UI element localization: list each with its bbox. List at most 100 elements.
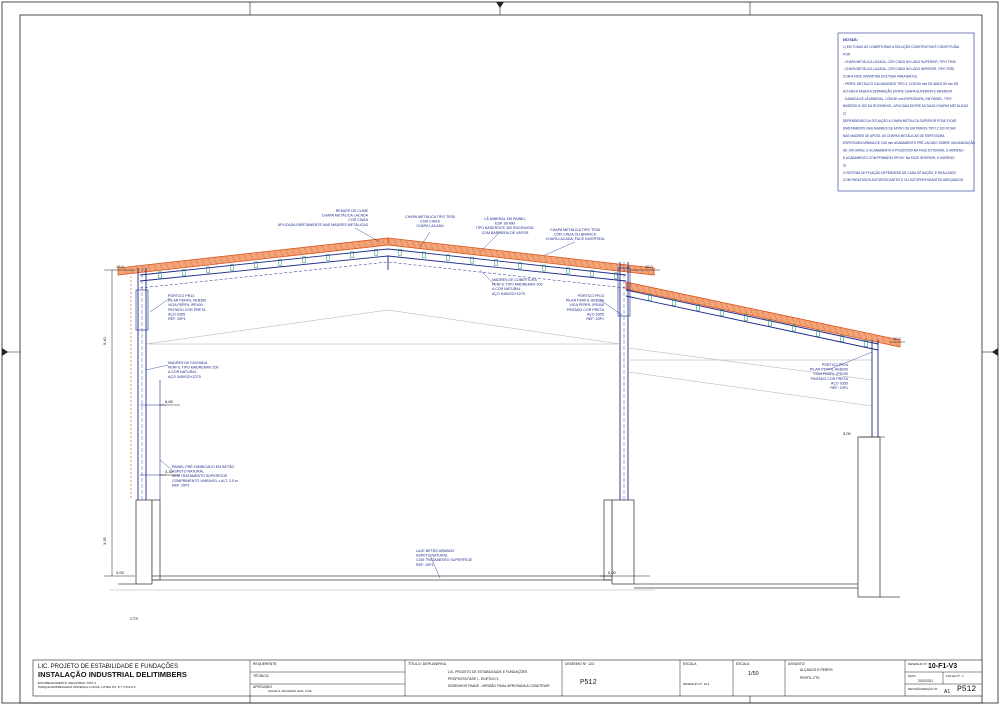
data-label: DATA: xyxy=(908,674,917,678)
format-value: A1 xyxy=(944,689,950,695)
notes-line: BASEROCK 300 DA ROCKWOOL, APLICADA ENTRE… xyxy=(843,104,968,108)
notes-line: 3) xyxy=(843,163,846,167)
remate-line: APLICADA DIRETAMENTE NAS MADRES METÁLICA… xyxy=(278,223,369,227)
painel-line: SEM TRATAMENTO SUPERFÍCIE xyxy=(172,474,228,478)
chapa-left-line: COR CINZA xyxy=(420,220,440,224)
chapa-left-line: CHAPA METÁLICA TIPO TR35 xyxy=(405,215,455,219)
level-right-top: 10,0 xyxy=(893,336,902,341)
level-left-top: 16,0 xyxy=(116,264,125,269)
aprovado-value: CHAVE S. MACHADO, ENG. CIVIL xyxy=(268,689,313,693)
notes-line: DE 140 GR/M2, E ACABAMENTO A POLIÉSTER N… xyxy=(843,148,964,153)
scale-value: 1/50 xyxy=(748,671,759,677)
portico-left-line: AÇO S355 xyxy=(168,312,185,316)
titulo-line-2: PROPOSTA FASE I - EDIFÍCIO 3 xyxy=(448,677,499,681)
title-sub2: PARQUE EMPRESARIAL PROENÇA A NOVA, LOTES… xyxy=(38,685,136,689)
title-sign: P512 xyxy=(957,685,976,694)
revisao-label: REVISÃO: xyxy=(908,686,922,691)
laje-line: ASPETO NATURAL xyxy=(416,554,448,558)
notes-line: 2) xyxy=(843,112,846,116)
notes-line: POR: xyxy=(843,52,851,56)
titulo-label: TÍTULO: DEPLANIFIKA xyxy=(408,662,447,666)
la-mineral-line: COM BARREIRA DE VAPOR xyxy=(482,231,529,235)
portico-mid-line: PILAR PERFIL HEB360 xyxy=(566,299,604,303)
dim-vertical-a: 9,40 xyxy=(102,336,107,345)
madres-fachada-line: PERFIL TIPO MADREMAX 200 xyxy=(168,366,219,370)
notes-line: DIRETAMENTE NAS MADRES DE APOIO OU EM PE… xyxy=(843,126,956,130)
revisao-value: EDIÇÃO 01 xyxy=(922,686,938,691)
dim-vertical-b: 3,35 xyxy=(102,536,107,545)
la-mineral-line: LÃ MINERAL EM PAINEL xyxy=(484,216,525,221)
madres-fachada-line: MADRES DE FACHADA xyxy=(168,361,208,365)
folha-label: FOLHA Nº. xyxy=(946,674,961,678)
level-left-ground: 0,00 xyxy=(116,570,125,575)
data-value: 2020/2021 xyxy=(918,679,933,683)
notes-line: - PERFIL METÁLICO GALVANIZADO TIPO Z, CO… xyxy=(843,82,958,86)
notes-line: E ACABAMENTO COM PRIMÁRIO EPOXY NA FACE … xyxy=(843,156,955,160)
portico-right-line: AÇO S355 xyxy=(831,381,848,385)
level-mid-ground: 0,00 xyxy=(608,570,617,575)
level-mid-top: 16,0 xyxy=(645,264,654,269)
annotation-la-mineral: LÃ MINERAL EM PAINELESP. 80 MMTIPO BASER… xyxy=(476,216,535,235)
portico-right-line: PILAR PERFIL HEB200 xyxy=(810,368,848,372)
notes-line: DEPENDENDO DA SITUAÇÃO A CHAPA METÁLICA … xyxy=(843,118,957,123)
painel-line: REF: 20P1 xyxy=(172,483,190,487)
la-mineral-line: ESP. 80 MM xyxy=(495,222,515,226)
title-block: LIC. PROJETO DE ESTABILIDADE E FUNDAÇÕES… xyxy=(32,659,983,697)
notes-line: COM PARAFUSOS AUTOROSCANTES E OU AUTOPER… xyxy=(843,178,963,182)
foundation-right xyxy=(857,436,881,598)
field-requerente: REQUERENTE: xyxy=(253,662,278,666)
drawing-code: 10-F1-V3 xyxy=(928,663,957,670)
titulo-line-3: DESENHOS FINAIS - VERSÃO FINAL APROVADA … xyxy=(448,683,550,688)
madres-line: MADRES DE COBERTURA xyxy=(492,278,537,282)
desenho-sign: P512 xyxy=(580,679,597,687)
remate-line: REMATE DE CUME xyxy=(336,209,369,213)
portico-right-line: PINTADO COR PRETA xyxy=(811,377,849,381)
portico-right-line: PÓRTICO PR14 xyxy=(822,362,848,367)
chapa-right-line: CHAPA LACADA, FACE INVERTIDA xyxy=(546,237,605,241)
codigo-label: DESENHO Nº. xyxy=(908,662,928,666)
chapa-left-line: CHAPA LACADA xyxy=(416,224,444,228)
foundation-left xyxy=(135,499,153,585)
portico-left-line: PINTADO COR PRETA xyxy=(168,308,206,312)
laje-line: LAJE BETÃO ARMADO xyxy=(416,548,455,553)
drawing-sheet: NOTAS: 1) EM TODAS AS COBERTURAS A SOLUÇ… xyxy=(1,1,999,704)
madres-fachada-line: AÇO S450GD+Z275 xyxy=(168,375,201,379)
escala-extra: DESENHO Nº. 10-1 xyxy=(683,682,710,686)
portico-left-line: PÓRTICO PR13 xyxy=(168,293,194,298)
chapa-right-line: COR CINZA OU BRANCA xyxy=(554,233,597,237)
portico-mid-line: VIGA PERFIL IPE400 xyxy=(569,303,604,307)
notes-line: ALTURA A FAZER A SEPARAÇÃO ENTRE CHAPA S… xyxy=(843,88,953,93)
notes-heading: NOTAS: xyxy=(843,37,858,42)
notes-line: ESPESSURA MÍNIMA DE 0,65 mm ACABAMENTO P… xyxy=(843,140,975,145)
notes-line: - CHAPA METÁLICA LACADA, COR CINZA NO LA… xyxy=(843,67,954,71)
notes-line: O SISTEMA DE FIXAÇÃO DEPENDERÁ DE CADA S… xyxy=(843,170,957,175)
portico-mid-line: PINTADO COR PRETA xyxy=(567,308,605,312)
scale-label: ESCALA xyxy=(736,662,750,666)
assunto-line-2: PERFIL CTS xyxy=(800,676,820,680)
painel-line: COMPRIMENTO VARIÁVEL x ALT. 2,5 m xyxy=(172,479,238,483)
portico-left-line: PILAR PERFIL HEB360 xyxy=(168,299,206,303)
assunto-line-1: ALÇADOS E PERFIS xyxy=(800,668,833,672)
portico-mid-line: PÓRTICO PR13 xyxy=(578,293,604,298)
escala-label: ESCALA xyxy=(683,662,697,666)
painel-line: ASPETO NATURAL xyxy=(172,470,204,474)
portico-right-line: VIGA PERFIL IPE240 xyxy=(813,372,848,376)
painel-line: PAINEL PRÉ-FABRICADO EM BETÃO xyxy=(172,464,235,469)
remate-line: CHAPA METÁLICA LACADA xyxy=(322,214,369,218)
notes-line: - CHAPA METÁLICA LACADA, COR CINZA NO LA… xyxy=(843,60,956,64)
level-right-low: 3,00 xyxy=(843,431,852,436)
madres-line: PERFIL TIPO MADREMAX 200 xyxy=(492,283,543,287)
notes-line: COM A FACE INVERTIDA (VOLTADA PARA BAIXO… xyxy=(843,75,917,79)
madres-line: AÇO S450GD+Z275 xyxy=(492,292,525,296)
portico-left-line: REF: 20P1 xyxy=(168,317,186,321)
notes-line: - CAMADA DE LÃ MINERAL, COM 80 mm ESPESS… xyxy=(843,96,952,101)
madres-fachada-line: A COR NATURAL xyxy=(168,370,197,374)
folha-value: 1 xyxy=(962,674,964,678)
portico-mid-line: REF: 20P1 xyxy=(586,317,604,321)
assunto-label: ASSUNTO: xyxy=(788,662,805,666)
laje-line: COM TRATAMENTO SUPERFÍCIE xyxy=(416,558,473,562)
laje-line: REF: 20P1 xyxy=(416,563,434,567)
titulo-line-1: LIC. PROJETO DE ESTABILIDADE E FUNDAÇÕES xyxy=(448,669,528,674)
portico-right-line: REF: 20P1 xyxy=(830,386,848,390)
cts-label: CTS xyxy=(130,616,138,621)
